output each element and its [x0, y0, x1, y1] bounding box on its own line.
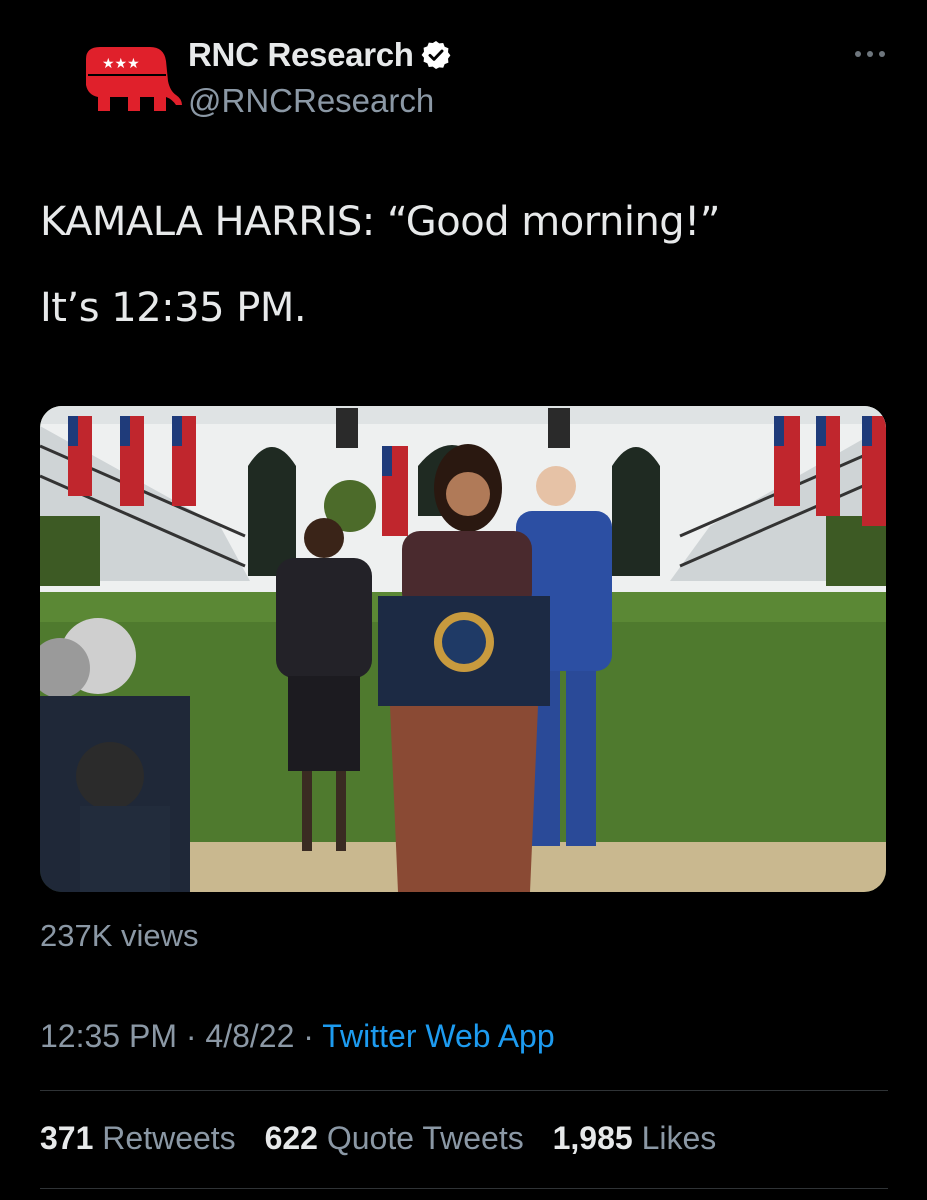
view-count: 237K views [40, 918, 199, 953]
likes-label: Likes [641, 1120, 717, 1156]
podium [378, 596, 550, 892]
gop-elephant-icon[interactable]: ★★★ [58, 41, 188, 119]
tweet-source-link[interactable]: Twitter Web App [322, 1018, 554, 1054]
retweets-label: Retweets [102, 1120, 236, 1156]
divider-top [40, 1090, 888, 1091]
likes-stat[interactable]: 1,985 Likes [553, 1120, 717, 1156]
quotes-count: 622 [264, 1120, 318, 1156]
meta-separator-2: · [294, 1018, 323, 1054]
author-display-name[interactable]: RNC Research [188, 36, 414, 74]
quote-tweets-stat[interactable]: 622 Quote Tweets [265, 1120, 524, 1156]
tweet-stats: 371 Retweets 622 Quote Tweets 1,985 Like… [40, 1120, 736, 1157]
tweet-header: ★★★ RNC Research @RNCResearch [40, 36, 890, 126]
verified-badge-icon [420, 39, 452, 71]
meta-separator: · [176, 1018, 206, 1054]
tweet-line-2: It’s 12:35 PM. [40, 285, 307, 331]
more-options-icon[interactable] [850, 44, 890, 64]
tweet-date[interactable]: 4/8/22 [205, 1018, 294, 1054]
author-handle[interactable]: @RNCResearch [188, 82, 434, 120]
tweet-meta: 12:35 PM · 4/8/22 · Twitter Web App [40, 1018, 555, 1055]
tweet-video[interactable] [40, 406, 886, 892]
likes-count: 1,985 [552, 1120, 633, 1156]
tweet-line-1: KAMALA HARRIS: “Good morning!” [40, 199, 720, 245]
tweet-time[interactable]: 12:35 PM [40, 1018, 177, 1054]
divider-bottom [40, 1188, 888, 1189]
quotes-label: Quote Tweets [326, 1120, 524, 1156]
svg-text:★★★: ★★★ [102, 56, 140, 72]
retweets-count: 371 [40, 1120, 94, 1156]
retweets-stat[interactable]: 371 Retweets [40, 1120, 236, 1156]
tweet-body: KAMALA HARRIS: “Good morning!” It’s 12:3… [40, 198, 890, 370]
